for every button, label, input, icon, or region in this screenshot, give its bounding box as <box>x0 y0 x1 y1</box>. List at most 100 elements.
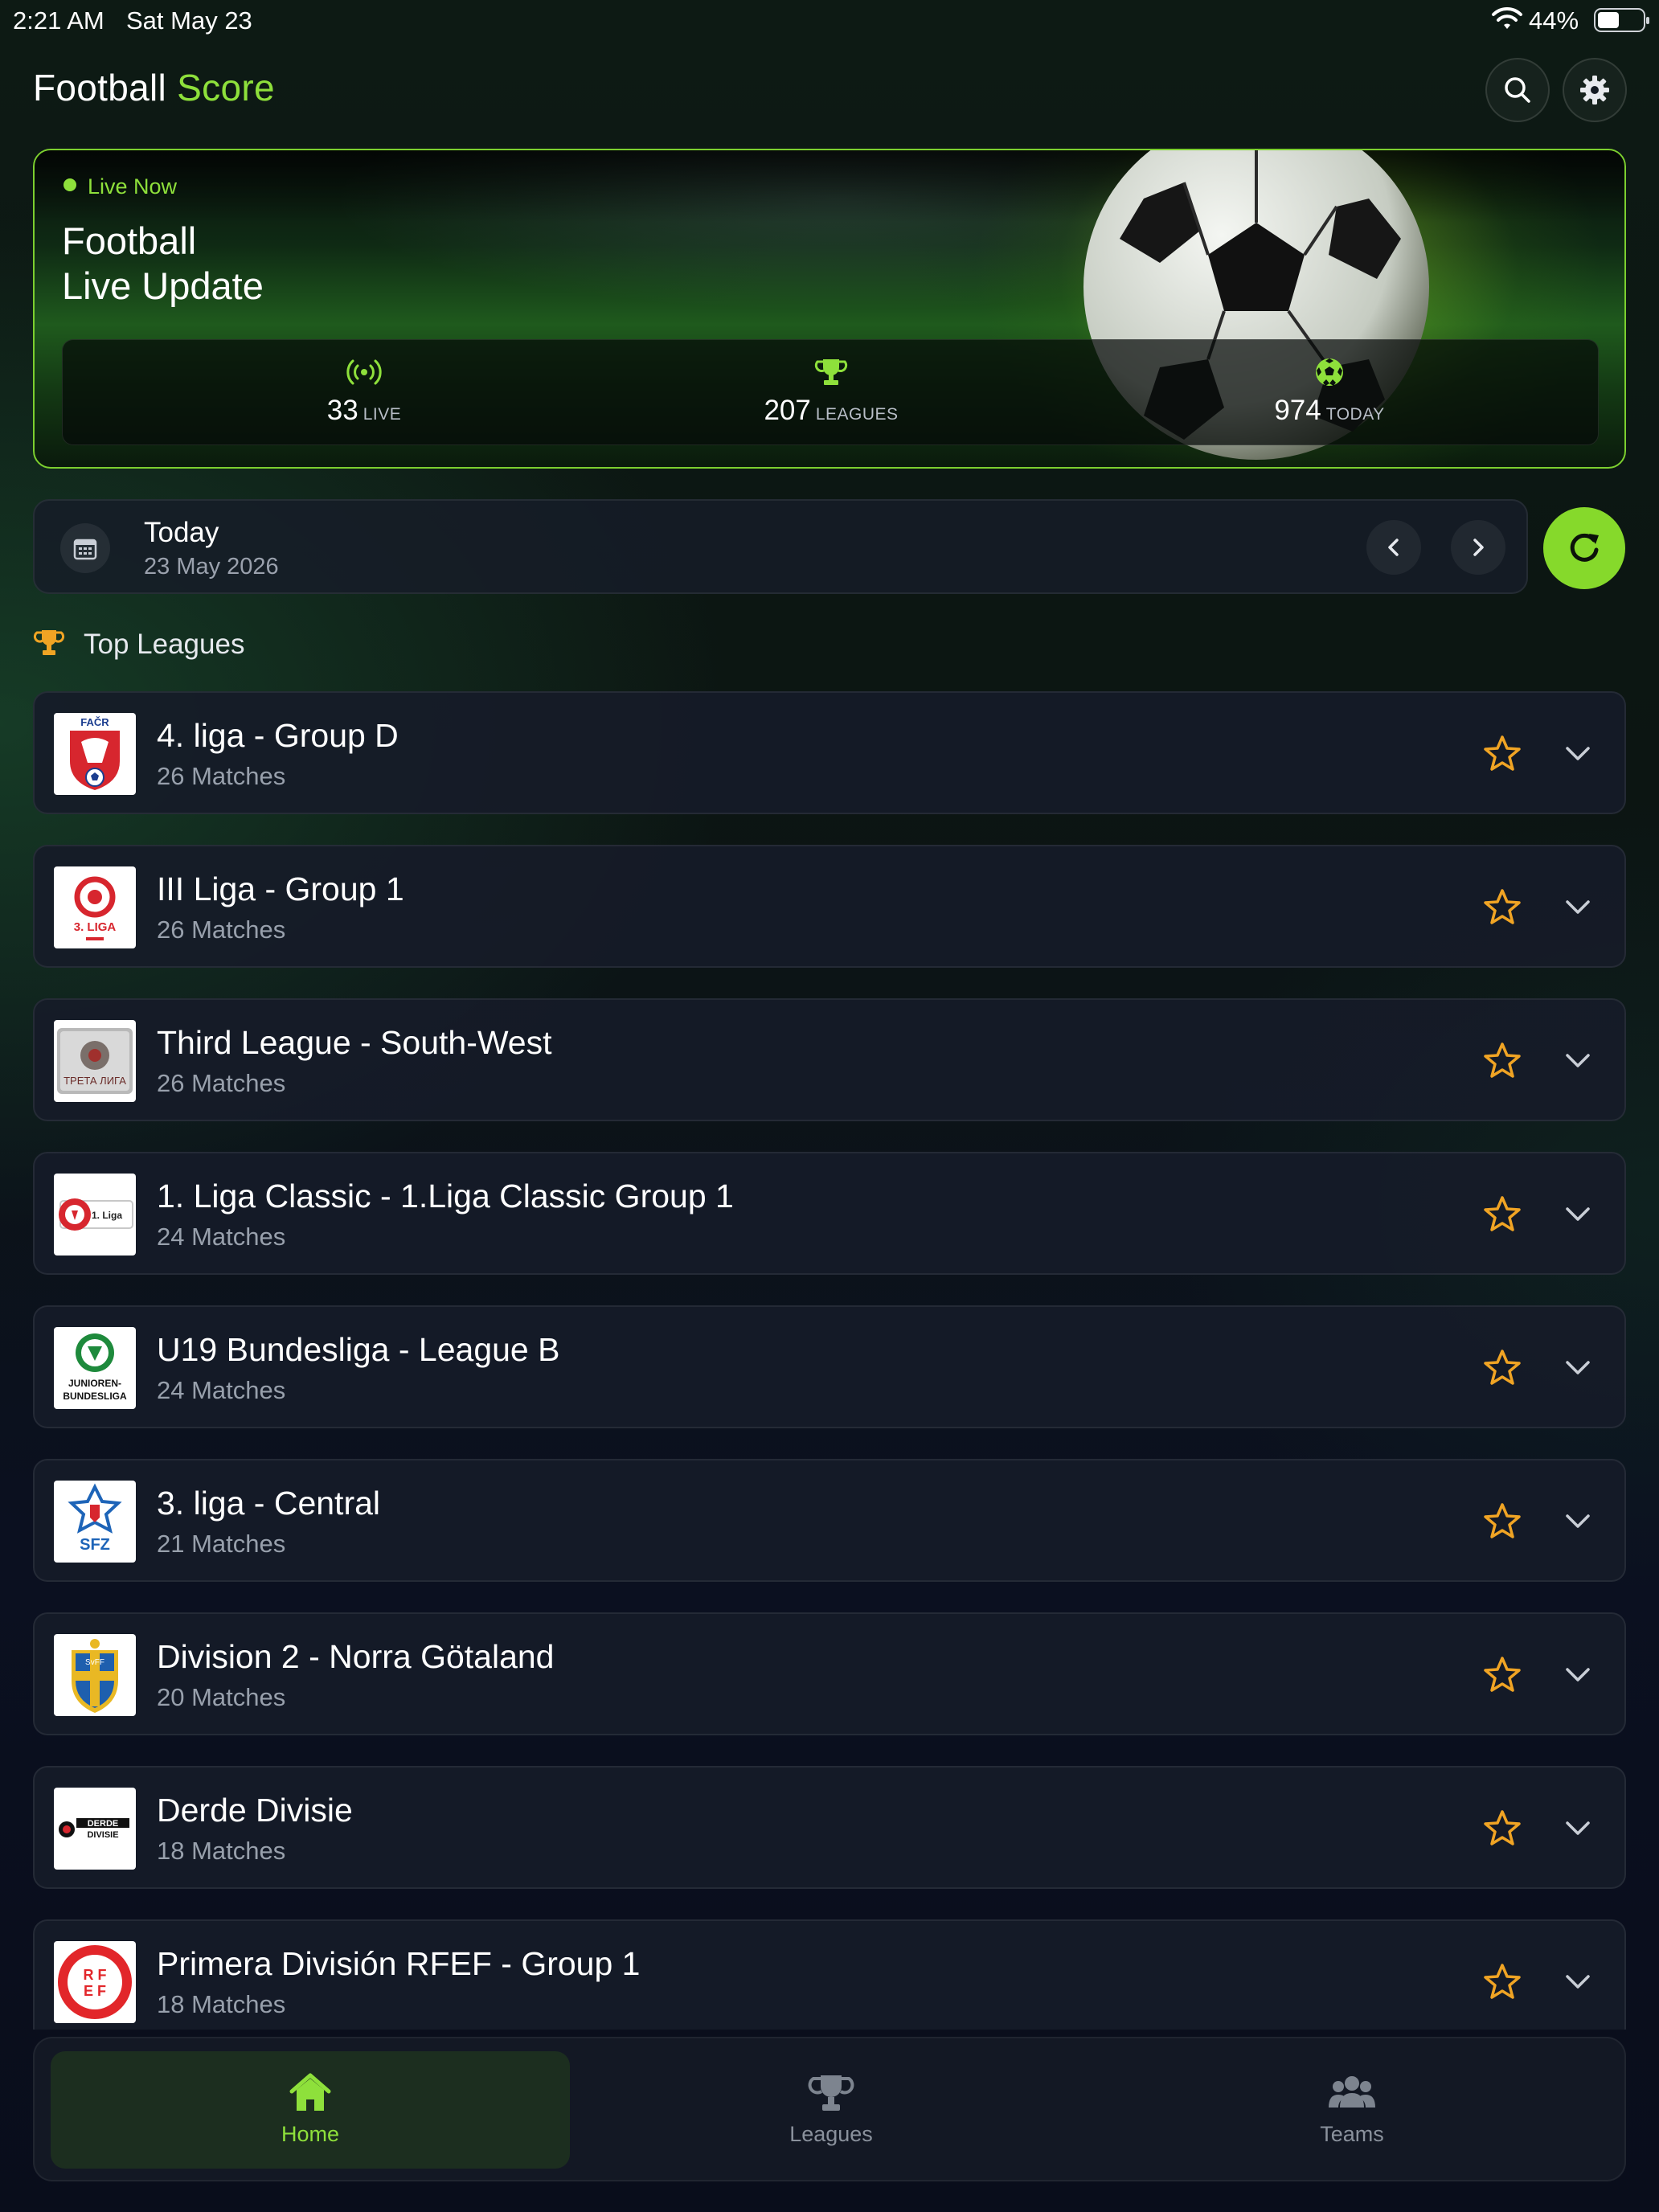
favorite-star-icon[interactable] <box>1481 733 1523 775</box>
league-row[interactable]: ТРЕТА ЛИГА Third League - South-West 26 … <box>33 998 1626 1121</box>
gear-icon <box>1580 76 1609 104</box>
league-logo-sfz: SFZ <box>54 1481 136 1563</box>
league-match-count: 24 Matches <box>157 1223 286 1251</box>
previous-day-button[interactable] <box>1366 520 1421 575</box>
chevron-down-icon[interactable] <box>1562 1966 1594 1998</box>
league-name: 3. liga - Central <box>157 1485 381 1522</box>
league-logo-svff: SvFF <box>54 1634 136 1716</box>
svg-text:1. Liga: 1. Liga <box>92 1210 122 1221</box>
teams-icon <box>1329 2076 1375 2108</box>
refresh-button[interactable] <box>1543 507 1625 589</box>
stat-live-label: LIVE <box>363 405 402 424</box>
league-row[interactable]: SFZ 3. liga - Central 21 Matches <box>33 1459 1626 1582</box>
league-name: Third League - South-West <box>157 1024 552 1061</box>
chevron-down-icon[interactable] <box>1562 1813 1594 1845</box>
league-row[interactable]: R F E F Primera División RFEF - Group 1 … <box>33 1919 1626 2030</box>
favorite-star-icon[interactable] <box>1481 1654 1523 1696</box>
svg-text:DERDE: DERDE <box>88 1819 119 1829</box>
stat-today-label: TODAY <box>1325 405 1385 424</box>
chevron-right-icon <box>1473 539 1484 556</box>
league-list[interactable]: FAČR 4. liga - Group D 26 Matches 3. LIG… <box>33 691 1626 2030</box>
league-name: III Liga - Group 1 <box>157 870 404 907</box>
bottom-navigation: Home Leagues Teams <box>33 2037 1626 2181</box>
svg-text:SFZ: SFZ <box>80 1536 110 1554</box>
nav-teams[interactable]: Teams <box>1092 2051 1612 2169</box>
home-icon <box>289 2073 331 2111</box>
svg-text:3. LIGA: 3. LIGA <box>74 920 117 934</box>
live-now-label: Live Now <box>88 174 178 199</box>
chevron-down-icon[interactable] <box>1562 1505 1594 1538</box>
league-match-count: 24 Matches <box>157 1376 286 1404</box>
top-leagues-title: Top Leagues <box>84 629 245 660</box>
league-match-count: 26 Matches <box>157 1069 286 1097</box>
league-name: U19 Bundesliga - League B <box>157 1331 560 1368</box>
chevron-down-icon[interactable] <box>1562 1198 1594 1231</box>
search-icon <box>1505 77 1530 103</box>
status-date: Sat May 23 <box>126 6 252 35</box>
chevron-down-icon[interactable] <box>1562 1045 1594 1077</box>
date-selector[interactable]: Today 23 May 2026 <box>33 499 1528 594</box>
app-title: Football Score <box>33 66 275 109</box>
chevron-down-icon[interactable] <box>1562 1659 1594 1691</box>
trophy-icon <box>814 359 848 385</box>
league-logo-rfef: R F E F <box>54 1941 136 2023</box>
league-row[interactable]: 1. Liga 1. Liga Classic - 1.Liga Classic… <box>33 1152 1626 1275</box>
refresh-icon <box>1570 533 1599 562</box>
svg-text:SvFF: SvFF <box>85 1658 104 1667</box>
favorite-star-icon[interactable] <box>1481 1347 1523 1389</box>
stat-live-value: 33 <box>326 395 358 426</box>
league-name: 4. liga - Group D <box>157 717 399 754</box>
date-value: 23 May 2026 <box>144 554 279 580</box>
svg-text:JUNIOREN-: JUNIOREN- <box>68 1378 121 1389</box>
battery-icon <box>1594 8 1649 32</box>
hero-title: Football Live Update <box>62 219 264 307</box>
favorite-star-icon[interactable] <box>1481 1194 1523 1235</box>
league-logo-junioren-bundesliga: JUNIOREN- BUNDESLIGA <box>54 1327 136 1409</box>
favorite-star-icon[interactable] <box>1481 1961 1523 2003</box>
nav-teams-label: Teams <box>1320 2122 1384 2146</box>
league-logo-facr: FAČR <box>54 713 136 795</box>
favorite-star-icon[interactable] <box>1481 887 1523 928</box>
stat-leagues-value: 207 <box>764 395 811 426</box>
app-title-part2: Score <box>177 67 275 109</box>
favorite-star-icon[interactable] <box>1481 1808 1523 1849</box>
trophy-icon <box>808 2075 854 2111</box>
chevron-down-icon[interactable] <box>1562 738 1594 770</box>
league-logo-3-liga: 3. LIGA <box>54 866 136 948</box>
svg-text:FAČR: FAČR <box>80 716 109 728</box>
stat-leagues: 207 LEAGUES <box>686 356 976 427</box>
soccer-ball-icon <box>1316 358 1343 386</box>
live-hero-card[interactable]: Live Now Football Live Update 33 LIVE 207… <box>33 149 1626 469</box>
stat-today-value: 974 <box>1274 395 1321 426</box>
favorite-star-icon[interactable] <box>1481 1040 1523 1082</box>
chevron-down-icon[interactable] <box>1562 1352 1594 1384</box>
league-name: Derde Divisie <box>157 1792 353 1829</box>
league-row[interactable]: DERDE DIVISIE Derde Divisie 18 Matches <box>33 1766 1626 1889</box>
nav-home[interactable]: Home <box>51 2051 570 2169</box>
status-time: 2:21 AM <box>13 6 104 35</box>
chevron-down-icon[interactable] <box>1562 891 1594 924</box>
league-name: 1. Liga Classic - 1.Liga Classic Group 1 <box>157 1178 734 1215</box>
app-title-part1: Football <box>33 67 167 109</box>
league-match-count: 26 Matches <box>157 762 286 790</box>
svg-text:ТРЕТА ЛИГА: ТРЕТА ЛИГА <box>63 1075 126 1087</box>
league-row[interactable]: 3. LIGA III Liga - Group 1 26 Matches <box>33 845 1626 968</box>
league-row[interactable]: SvFF Division 2 - Norra Götaland 20 Matc… <box>33 1612 1626 1735</box>
league-row[interactable]: JUNIOREN- BUNDESLIGA U19 Bundesliga - Le… <box>33 1305 1626 1428</box>
next-day-button[interactable] <box>1451 520 1505 575</box>
search-button[interactable] <box>1485 58 1550 122</box>
stat-leagues-label: LEAGUES <box>815 405 899 424</box>
svg-text:R F: R F <box>84 1967 107 1983</box>
date-title: Today <box>144 517 219 548</box>
settings-button[interactable] <box>1563 58 1627 122</box>
svg-text:DIVISIE: DIVISIE <box>87 1830 118 1840</box>
nav-home-label: Home <box>281 2122 340 2146</box>
league-logo-derde-divisie: DERDE DIVISIE <box>54 1788 136 1870</box>
status-bar: 2:21 AM Sat May 23 44% <box>0 0 1659 42</box>
favorite-star-icon[interactable] <box>1481 1501 1523 1542</box>
league-logo-treta-liga: ТРЕТА ЛИГА <box>54 1020 136 1102</box>
nav-leagues[interactable]: Leagues <box>571 2051 1091 2169</box>
league-row[interactable]: FAČR 4. liga - Group D 26 Matches <box>33 691 1626 814</box>
svg-text:BUNDESLIGA: BUNDESLIGA <box>63 1391 127 1402</box>
nav-leagues-label: Leagues <box>789 2122 873 2146</box>
